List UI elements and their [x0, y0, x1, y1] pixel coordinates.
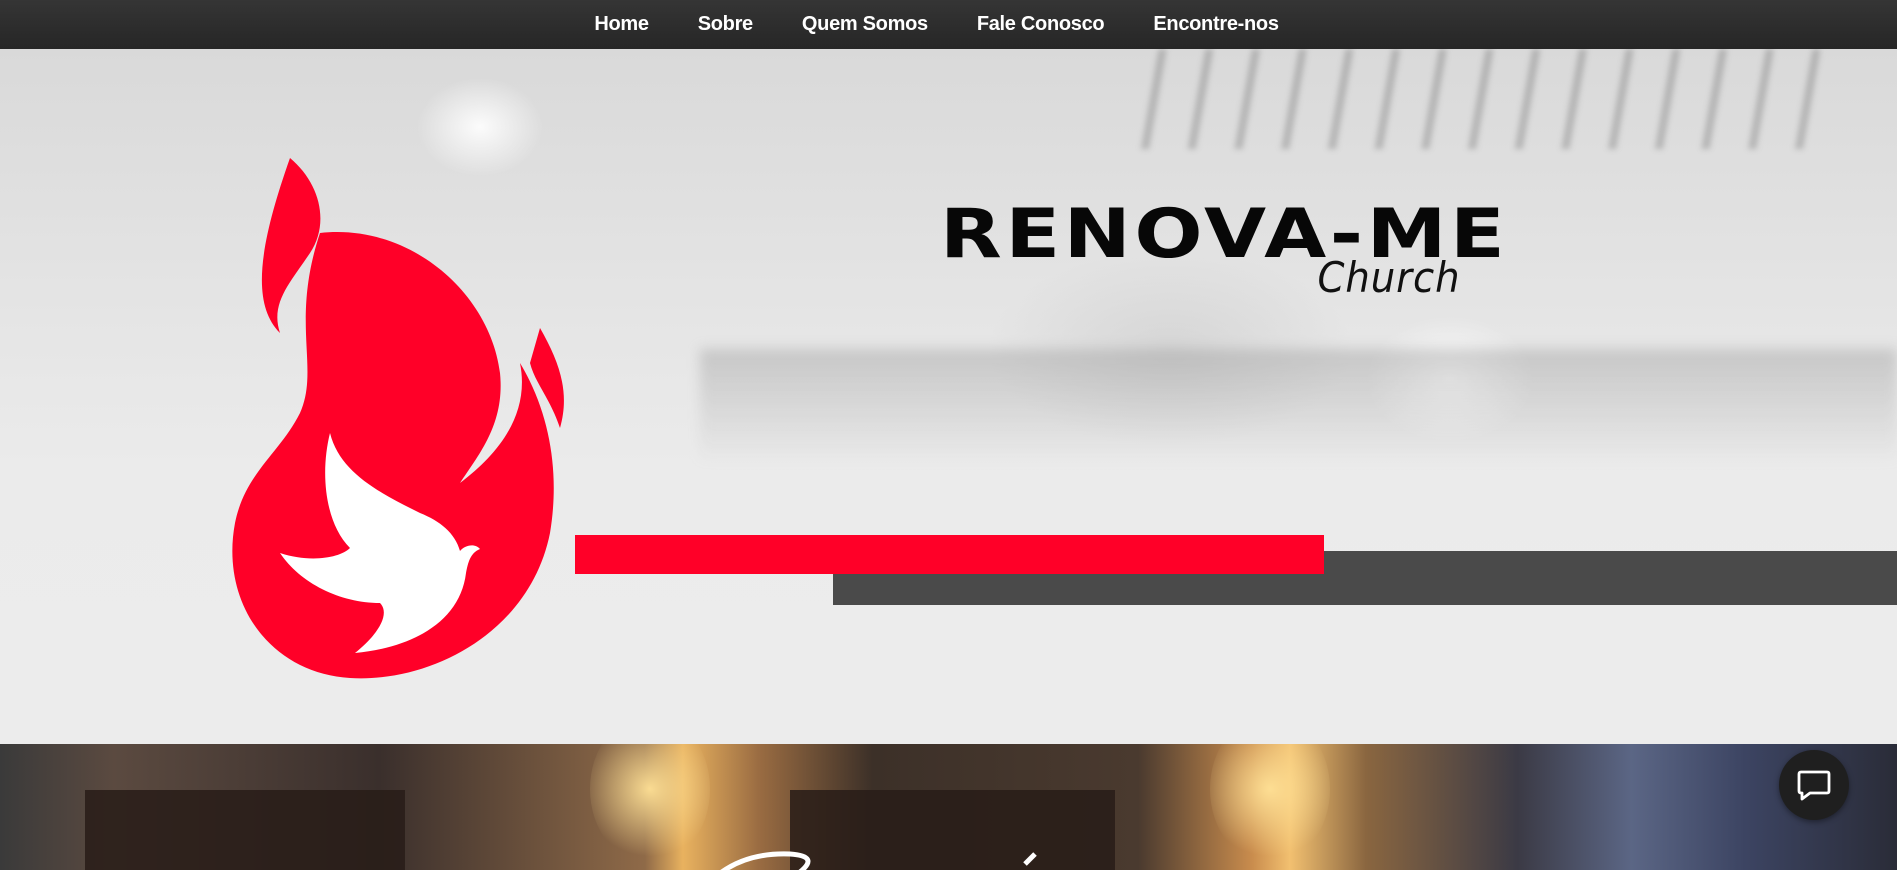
nav-link-sobre[interactable]: Sobre — [673, 0, 777, 49]
ceiling-lights-background — [1120, 49, 1820, 149]
script-lettering-fragment — [720, 851, 1037, 870]
nav-item: Encontre-nos — [1129, 0, 1303, 49]
chat-bubble-icon — [1797, 770, 1831, 801]
nav-link-home[interactable]: Home — [570, 0, 673, 49]
chat-button[interactable] — [1779, 750, 1849, 820]
hero-banner: RENOVA-ME Church — [0, 49, 1897, 744]
flame-dove-icon — [232, 158, 564, 679]
nav-link-encontre-nos[interactable]: Encontre-nos — [1129, 0, 1303, 49]
nav-link-fale-conosco[interactable]: Fale Conosco — [952, 0, 1129, 49]
top-navigation: Home Sobre Quem Somos Fale Conosco Encon… — [0, 0, 1897, 49]
nav-item: Home — [570, 0, 673, 49]
nav-item: Fale Conosco — [952, 0, 1129, 49]
flame-dove-logo — [232, 158, 564, 679]
next-section-photo — [0, 744, 1897, 870]
nav-link-quem-somos[interactable]: Quem Somos — [777, 0, 952, 49]
decor-block — [85, 790, 405, 870]
light-glow — [590, 744, 710, 864]
nav-item: Sobre — [673, 0, 777, 49]
light-glow — [1210, 744, 1330, 864]
nav-item: Quem Somos — [777, 0, 952, 49]
brand-subtitle: Church — [1317, 253, 1461, 302]
nav-list: Home Sobre Quem Somos Fale Conosco Encon… — [570, 0, 1303, 49]
